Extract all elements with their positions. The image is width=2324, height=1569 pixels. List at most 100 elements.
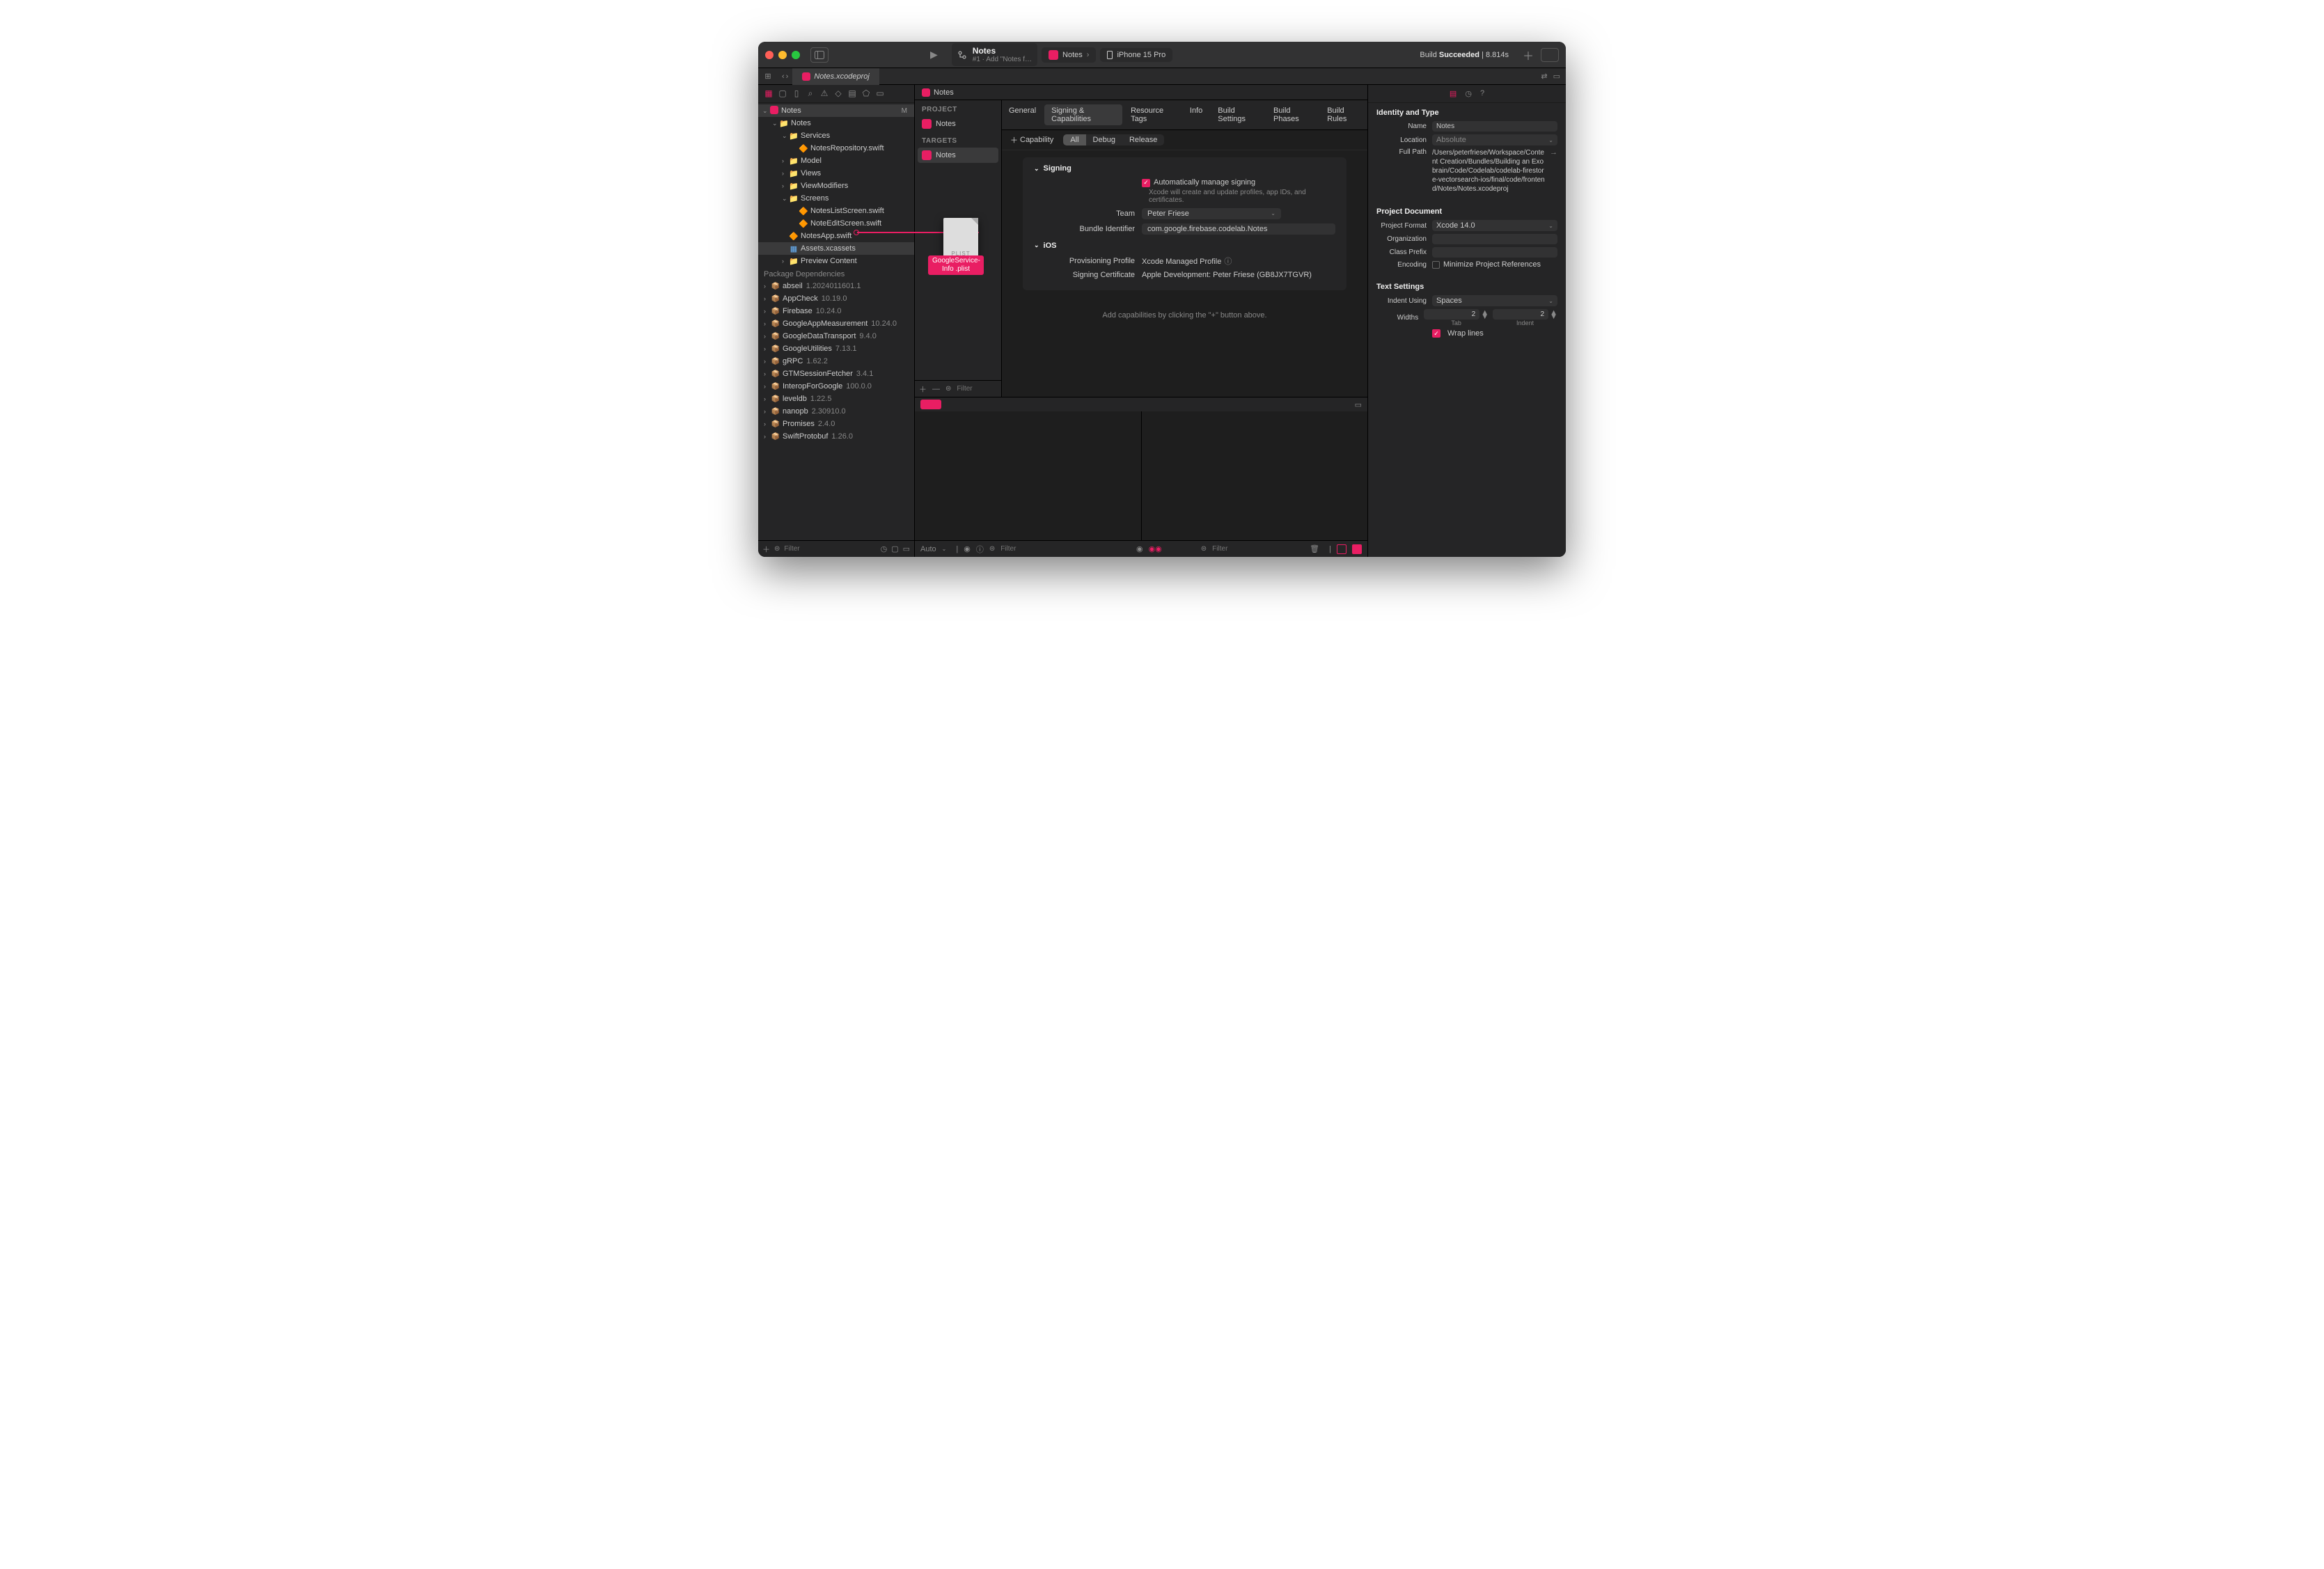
tree-item[interactable]: ▦Assets.xcassets	[758, 242, 914, 255]
package-item[interactable]: ›📦GoogleDataTransport9.4.0	[758, 330, 914, 342]
editor-tab-signing-capabilities[interactable]: Signing & Capabilities	[1044, 104, 1122, 125]
editor-tab-build-phases[interactable]: Build Phases	[1266, 104, 1319, 125]
config-filter[interactable]: All Debug Release	[1063, 134, 1164, 145]
project-root[interactable]: ⌄ Notes M	[758, 104, 914, 117]
run-destination[interactable]: iPhone 15 Pro	[1100, 48, 1172, 62]
jump-bar[interactable]: Notes	[915, 85, 1367, 100]
package-item[interactable]: ›📦Promises2.4.0	[758, 418, 914, 430]
wrap-checkbox[interactable]: ✓	[1432, 329, 1440, 338]
navigator-filter-input[interactable]	[784, 545, 876, 553]
test-navigator-icon[interactable]: ◇	[833, 88, 843, 99]
related-items-icon[interactable]: ⊞	[762, 72, 774, 81]
minimize-window[interactable]	[778, 51, 787, 59]
disclosure-icon[interactable]: ⌄	[1034, 165, 1039, 173]
editor-tab-build-settings[interactable]: Build Settings	[1211, 104, 1265, 125]
editor-tab-general[interactable]: General	[1002, 104, 1043, 125]
package-item[interactable]: ›📦Firebase10.24.0	[758, 305, 914, 317]
metrics-icon[interactable]: ◉	[1136, 544, 1143, 553]
package-item[interactable]: ›📦AppCheck10.19.0	[758, 292, 914, 305]
source-control-navigator-icon[interactable]: ▢	[778, 88, 787, 99]
filter-release[interactable]: Release	[1122, 134, 1164, 145]
indent-width-input[interactable]	[1493, 309, 1548, 320]
tree-item[interactable]: ›📁Model	[758, 155, 914, 167]
tab-width-input[interactable]	[1424, 309, 1479, 320]
format-select[interactable]: Xcode 14.0⌄	[1432, 220, 1557, 231]
auto-label[interactable]: Auto	[920, 545, 936, 553]
swap-icon[interactable]: ⇄	[1541, 72, 1547, 81]
report-navigator-icon[interactable]: ▭	[875, 88, 885, 99]
view-icon[interactable]: ◉	[964, 544, 971, 553]
editor-tab-info[interactable]: Info	[1183, 104, 1209, 125]
active-scheme[interactable]: Notes ›	[1042, 47, 1096, 63]
tree-item[interactable]: 🔶NoteEditScreen.swift	[758, 217, 914, 230]
tree-item[interactable]: ›📁Views	[758, 167, 914, 180]
issue-navigator-icon[interactable]: ⚠	[819, 88, 829, 99]
editor-layout-icon[interactable]: ▭	[1553, 72, 1560, 81]
prefix-input[interactable]	[1432, 247, 1557, 258]
toggle-debug-panes-icon[interactable]: ▭	[1355, 400, 1362, 409]
find-navigator-icon[interactable]: ⌕	[806, 88, 815, 99]
name-input[interactable]	[1432, 121, 1557, 132]
reveal-in-finder-icon[interactable]: →	[1550, 148, 1557, 157]
debug-tab[interactable]	[920, 400, 941, 409]
bundle-id-input[interactable]: com.google.firebase.codelab.Notes	[1142, 223, 1335, 235]
team-select[interactable]: Peter Friese⌄	[1142, 208, 1281, 219]
filter-debug[interactable]: Debug	[1086, 134, 1122, 145]
org-input[interactable]	[1432, 234, 1557, 244]
project-navigator-icon[interactable]: ▦	[764, 88, 774, 99]
tree-item[interactable]: ⌄📁Services	[758, 129, 914, 142]
package-item[interactable]: ›📦abseil1.2024011601.1	[758, 280, 914, 292]
editor-tab-build-rules[interactable]: Build Rules	[1320, 104, 1367, 125]
target-filter-scope-icon[interactable]: ⊜	[945, 385, 951, 393]
package-item[interactable]: ›📦GoogleAppMeasurement10.24.0	[758, 317, 914, 330]
outline-icon[interactable]: ▭	[903, 544, 910, 553]
add-capability-button[interactable]: ＋ Capability	[1010, 134, 1053, 145]
tree-item[interactable]: ⌄📁Screens	[758, 192, 914, 205]
toggle-navigator-icon[interactable]	[810, 47, 829, 63]
console-filter-input[interactable]	[1212, 545, 1304, 553]
tree-item[interactable]: 🔶NotesListScreen.swift	[758, 205, 914, 217]
memory-graph-icon[interactable]: ◉◉	[1149, 544, 1162, 553]
add-editor-button[interactable]: ＋	[1523, 47, 1534, 63]
package-item[interactable]: ›📦GTMSessionFetcher3.4.1	[758, 368, 914, 380]
filter-all[interactable]: All	[1063, 134, 1085, 145]
scm-filter-icon[interactable]: ▢	[891, 544, 898, 553]
toggle-inspector-icon[interactable]	[1541, 48, 1559, 62]
tree-item[interactable]: ›📁ViewModifiers	[758, 180, 914, 192]
minimize-checkbox[interactable]	[1432, 261, 1440, 269]
package-item[interactable]: ›📦leveldb1.22.5	[758, 393, 914, 405]
breakpoint-navigator-icon[interactable]: ⬠	[861, 88, 871, 99]
tree-item[interactable]: ⌄📁Notes	[758, 117, 914, 129]
editor-tab[interactable]: Notes.xcodeproj	[792, 68, 879, 85]
help-inspector-icon[interactable]: ?	[1480, 89, 1484, 98]
history-inspector-icon[interactable]: ◷	[1465, 89, 1472, 98]
file-inspector-icon[interactable]: ▤	[1450, 89, 1457, 98]
target-item[interactable]: Notes	[918, 148, 998, 163]
bookmark-navigator-icon[interactable]: ▯	[792, 88, 801, 99]
package-item[interactable]: ›📦InteropForGoogle100.0.0	[758, 380, 914, 393]
add-file-button[interactable]: ＋	[762, 544, 770, 555]
tab-stepper[interactable]: ▲▼	[1481, 310, 1489, 319]
debug-navigator-icon[interactable]: ▤	[847, 88, 857, 99]
recent-files-icon[interactable]: ◷	[881, 544, 888, 553]
tree-item[interactable]: 🔶NotesRepository.swift	[758, 142, 914, 155]
location-select[interactable]: Absolute⌄	[1432, 134, 1557, 145]
toggle-console-pane[interactable]	[1352, 544, 1362, 554]
project-item[interactable]: Notes	[915, 116, 1001, 132]
filter-scope-icon[interactable]: ⊜	[774, 545, 780, 553]
disclosure-icon[interactable]: ⌄	[1034, 242, 1039, 249]
zoom-window[interactable]	[792, 51, 800, 59]
add-target-button[interactable]: ＋	[919, 384, 927, 395]
package-item[interactable]: ›📦gRPC1.62.2	[758, 355, 914, 368]
package-item[interactable]: ›📦SwiftProtobuf1.26.0	[758, 430, 914, 443]
info-icon[interactable]: ⓘ	[976, 544, 984, 555]
tree-item[interactable]: ›📁Preview Content	[758, 255, 914, 267]
editor-tab-resource-tags[interactable]: Resource Tags	[1124, 104, 1181, 125]
scheme-selector[interactable]: Notes #1 · Add "Notes f…	[952, 43, 1037, 66]
package-item[interactable]: ›📦nanopb2.30910.0	[758, 405, 914, 418]
toggle-variables-pane[interactable]	[1337, 544, 1346, 554]
variables-filter-input[interactable]	[1000, 545, 1070, 553]
close-window[interactable]	[765, 51, 774, 59]
info-icon[interactable]: ⓘ	[1224, 258, 1232, 266]
run-button[interactable]: ▶	[930, 49, 938, 61]
